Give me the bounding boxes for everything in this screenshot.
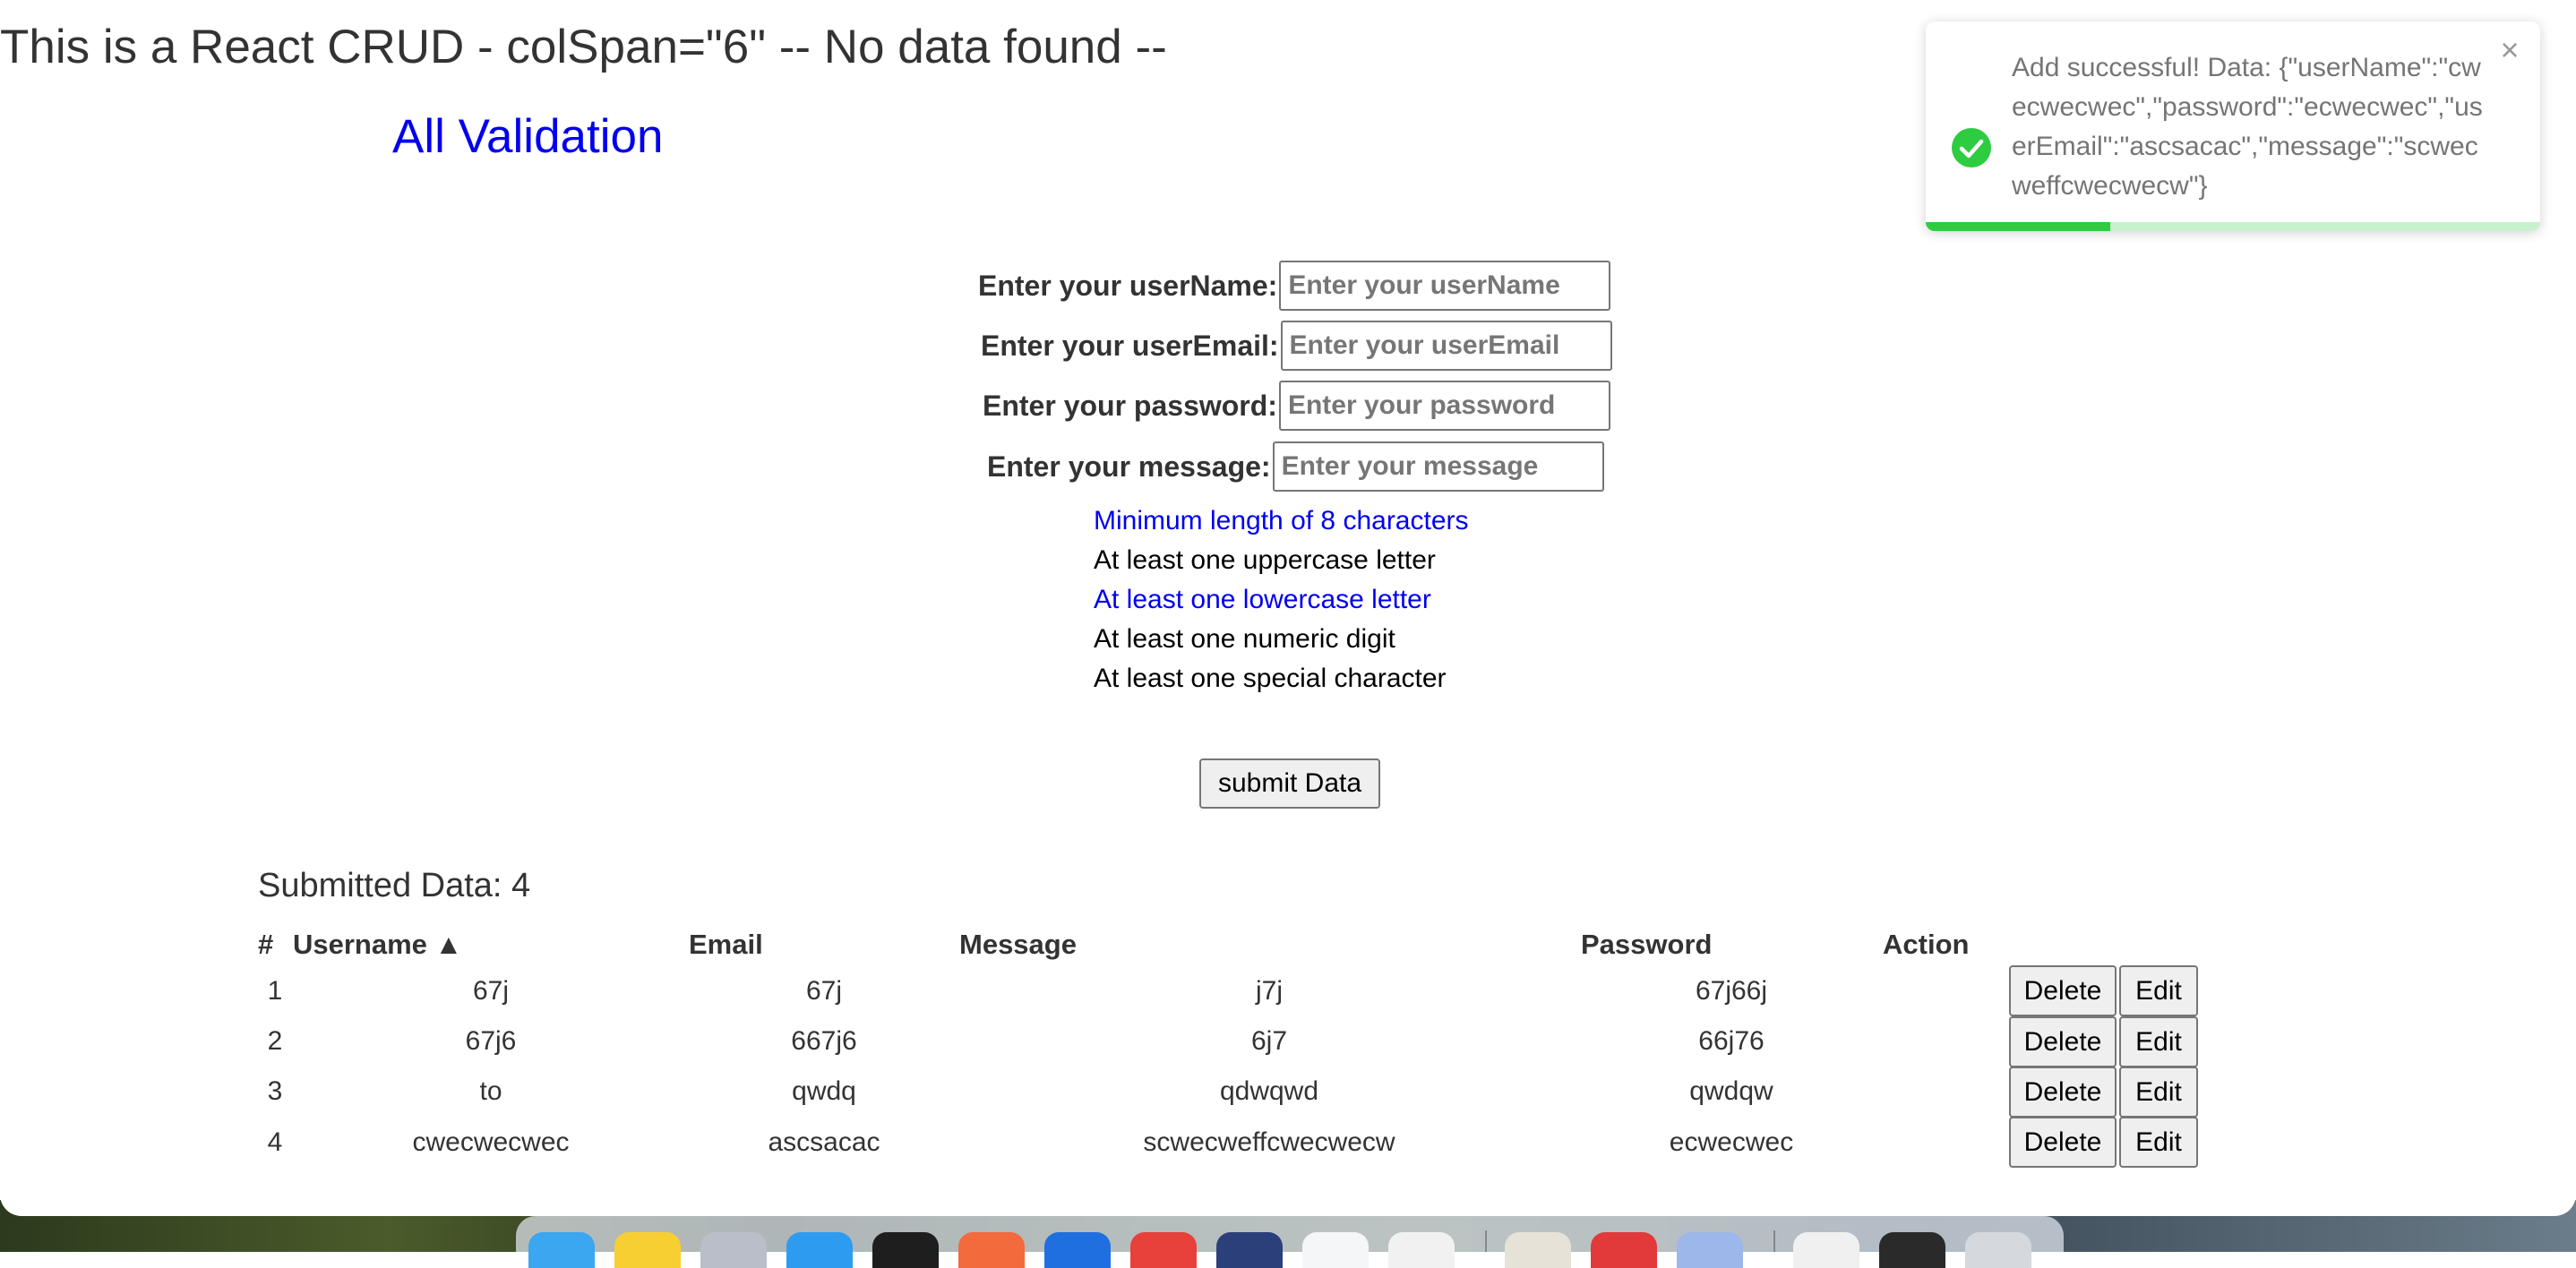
row-password: 67j66j	[1695, 976, 1768, 1006]
username-input[interactable]	[1279, 261, 1611, 311]
column-header-email: Email	[689, 929, 763, 960]
password-rules-list: Minimum length of 8 characters At least …	[1094, 501, 1469, 698]
edit-button[interactable]: Edit	[2119, 1016, 2198, 1067]
edit-button[interactable]: Edit	[2119, 965, 2198, 1016]
rule-lowercase: At least one lowercase letter	[1094, 585, 1431, 614]
row-index: 2	[267, 1026, 283, 1056]
password-row: Enter your password:	[983, 381, 1610, 431]
terminal-icon[interactable]	[872, 1232, 939, 1268]
delete-button[interactable]: Delete	[2009, 1016, 2117, 1067]
launchpad-icon[interactable]	[700, 1232, 767, 1268]
safari-icon[interactable]	[786, 1232, 853, 1268]
close-icon[interactable]: ×	[2494, 34, 2526, 66]
column-header-message: Message	[959, 929, 1077, 960]
row-username: 67j	[472, 976, 510, 1006]
delete-button[interactable]: Delete	[2009, 965, 2117, 1016]
app-red-icon[interactable]	[1130, 1232, 1197, 1268]
row-password: qwdqw	[1689, 1076, 1773, 1106]
submit-button[interactable]: submit Data	[1199, 758, 1380, 809]
username-label: Enter your userName:	[978, 269, 1278, 302]
useremail-label: Enter your userEmail:	[981, 329, 1279, 362]
row-username: cwecwecwec	[412, 1127, 570, 1157]
submitted-data-title: Submitted Data: 4	[258, 867, 531, 904]
row-message: scwecweffcwecwecw	[1143, 1127, 1395, 1157]
slack-icon[interactable]	[1388, 1232, 1455, 1268]
rule-special: At least one special character	[1094, 664, 1447, 693]
message-label: Enter your message:	[987, 450, 1271, 483]
row-email: 67j	[805, 976, 843, 1006]
edit-button[interactable]: Edit	[2119, 1067, 2198, 1118]
notes-icon[interactable]	[614, 1232, 681, 1268]
toast-progress-track	[1926, 222, 2540, 231]
screen-icon[interactable]	[1879, 1232, 1945, 1268]
row-index: 1	[267, 976, 283, 1006]
finder-icon[interactable]	[528, 1232, 595, 1268]
macos-dock	[516, 1216, 2064, 1268]
app-red-square-icon[interactable]	[1591, 1232, 1657, 1268]
app-navy-icon[interactable]	[1216, 1232, 1283, 1268]
row-username: to	[479, 1076, 502, 1106]
password-label: Enter your password:	[983, 389, 1277, 422]
row-message: qdwqwd	[1219, 1076, 1319, 1106]
row-password: 66j76	[1698, 1026, 1765, 1056]
app-blue-icon[interactable]	[1044, 1232, 1111, 1268]
row-email: 667j6	[791, 1026, 857, 1056]
row-index: 4	[267, 1127, 283, 1157]
dock-separator	[1485, 1230, 1487, 1252]
column-header-index: #	[258, 929, 274, 960]
useremail-input[interactable]	[1280, 321, 1612, 371]
row-index: 3	[267, 1076, 283, 1106]
row-email: ascsacac	[768, 1127, 880, 1157]
username-row: Enter your userName:	[978, 261, 1611, 311]
trash-icon[interactable]	[1965, 1232, 2031, 1268]
rule-min-length: Minimum length of 8 characters	[1094, 506, 1469, 535]
useremail-row: Enter your userEmail:	[981, 321, 1612, 371]
column-header-action: Action	[1883, 929, 1970, 960]
delete-button[interactable]: Delete	[2009, 1117, 2117, 1168]
page-title: This is a React CRUD - colSpan="6" -- No…	[0, 21, 1167, 73]
app-orange-icon[interactable]	[958, 1232, 1025, 1268]
toast-progress-bar	[1926, 222, 2110, 231]
delete-button[interactable]: Delete	[2009, 1067, 2117, 1118]
row-email: qwdq	[792, 1076, 856, 1106]
row-username: 67j6	[465, 1026, 517, 1056]
rule-numeric: At least one numeric digit	[1094, 624, 1395, 654]
check-circle-icon	[1952, 128, 1991, 167]
row-message: 6j7	[1250, 1026, 1288, 1056]
rule-uppercase: At least one uppercase letter	[1094, 545, 1436, 575]
edit-button[interactable]: Edit	[2119, 1117, 2198, 1168]
app-preview-icon[interactable]	[1677, 1232, 1743, 1268]
row-password: ecwecwec	[1669, 1127, 1794, 1157]
dock-separator	[1773, 1230, 1775, 1252]
vscode-icon[interactable]	[1302, 1232, 1369, 1268]
column-header-username[interactable]: Username ▲	[293, 929, 462, 961]
message-row: Enter your message:	[987, 441, 1604, 492]
password-input[interactable]	[1278, 381, 1610, 431]
browser-window: This is a React CRUD - colSpan="6" -- No…	[0, 0, 2576, 1216]
toast-message: Add successful! Data: {"userName":"cwecw…	[2012, 53, 2483, 201]
row-message: j7j	[1255, 976, 1284, 1006]
success-toast[interactable]: Add successful! Data: {"userName":"cwecw…	[1926, 21, 2540, 231]
message-input[interactable]	[1272, 441, 1604, 492]
document-icon[interactable]	[1793, 1232, 1859, 1268]
app-pencil-icon[interactable]	[1505, 1232, 1571, 1268]
column-header-password: Password	[1581, 929, 1713, 960]
validation-heading: All Validation	[392, 110, 664, 163]
